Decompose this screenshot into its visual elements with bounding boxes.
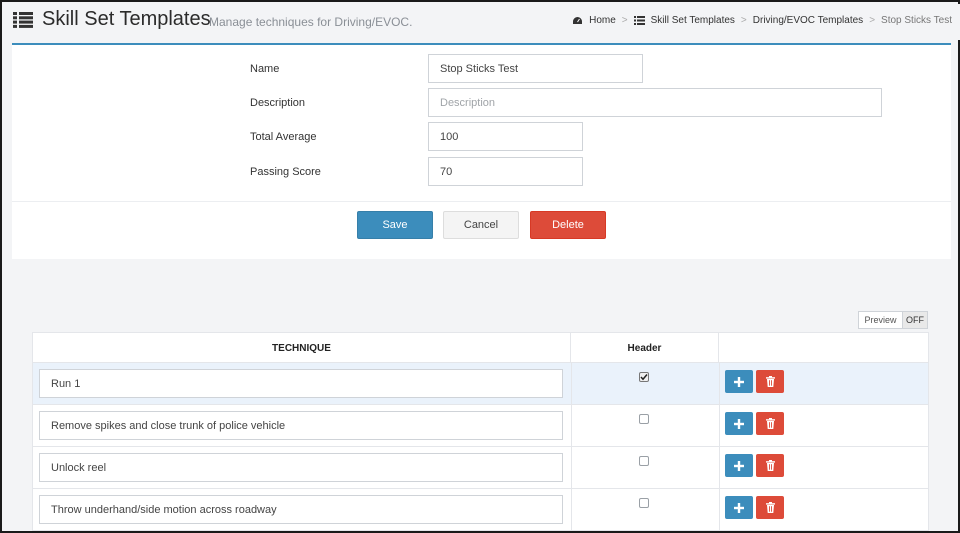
- preview-toggle[interactable]: Preview OFF: [858, 311, 928, 329]
- dashboard-icon: [573, 16, 583, 24]
- techniques-table: TECHNIQUE Header: [32, 332, 929, 531]
- delete-technique-button[interactable]: [756, 496, 784, 519]
- technique-input[interactable]: [39, 411, 563, 440]
- breadcrumb-separator: >: [740, 15, 747, 26]
- delete-button[interactable]: Delete: [530, 211, 606, 239]
- column-header-actions: [719, 333, 928, 363]
- plus-icon: [734, 460, 744, 471]
- trash-icon: [765, 502, 775, 513]
- add-technique-button[interactable]: [725, 454, 753, 477]
- breadcrumb-driving-evoc-templates[interactable]: Driving/EVOC Templates: [753, 15, 863, 26]
- table-row: [33, 447, 928, 489]
- description-label: Description: [250, 97, 306, 109]
- delete-technique-button[interactable]: [756, 454, 784, 477]
- list-icon: [13, 12, 33, 28]
- plus-icon: [734, 502, 744, 513]
- trash-icon: [765, 460, 775, 471]
- table-row: [33, 405, 928, 447]
- breadcrumb-home[interactable]: Home: [572, 15, 616, 26]
- table-row: [33, 489, 928, 530]
- passing-score-label: Passing Score: [250, 166, 321, 178]
- delete-technique-button[interactable]: [756, 370, 784, 393]
- trash-icon: [765, 418, 775, 429]
- total-average-label: Total Average: [250, 131, 317, 143]
- technique-input[interactable]: [39, 369, 563, 398]
- list-icon: [633, 16, 645, 25]
- save-button[interactable]: Save: [357, 211, 433, 239]
- add-technique-button[interactable]: [725, 412, 753, 435]
- add-technique-button[interactable]: [725, 370, 753, 393]
- add-technique-button[interactable]: [725, 496, 753, 519]
- breadcrumb-skill-set-templates[interactable]: Skill Set Templates: [633, 15, 735, 26]
- preview-toggle-label: Preview: [864, 315, 897, 325]
- breadcrumb-skill-set-templates-label: Skill Set Templates: [650, 15, 735, 26]
- form-actions: Save Cancel Delete: [12, 201, 951, 259]
- page-subtitle: Manage techniques for Driving/EVOC.: [209, 15, 413, 29]
- description-input[interactable]: [428, 88, 882, 117]
- plus-icon: [734, 418, 744, 429]
- breadcrumb-separator: >: [621, 15, 628, 26]
- breadcrumb-current: Stop Sticks Test: [881, 15, 952, 26]
- name-input[interactable]: [428, 54, 643, 83]
- header-checkbox[interactable]: [639, 498, 649, 508]
- column-header-technique: TECHNIQUE: [33, 333, 571, 363]
- breadcrumb: Home > Skill Set Templates > Driving/EVO…: [572, 15, 952, 26]
- column-header-header: Header: [571, 333, 719, 363]
- header-checkbox[interactable]: [639, 456, 649, 466]
- total-average-input[interactable]: [428, 122, 583, 151]
- breadcrumb-separator: >: [869, 15, 876, 26]
- preview-toggle-state: OFF: [902, 312, 927, 328]
- passing-score-input[interactable]: [428, 157, 583, 186]
- template-form: Name Description Total Average Passing S…: [12, 43, 951, 201]
- name-label: Name: [250, 63, 280, 75]
- table-header-row: TECHNIQUE Header: [33, 333, 928, 363]
- technique-input[interactable]: [39, 495, 563, 524]
- breadcrumb-home-label: Home: [589, 15, 616, 26]
- technique-input[interactable]: [39, 453, 563, 482]
- checkmark-icon: [640, 374, 648, 381]
- table-row: [33, 363, 928, 405]
- page-header: Skill Set Templates Manage techniques fo…: [4, 4, 960, 40]
- cancel-button[interactable]: Cancel: [443, 211, 519, 239]
- trash-icon: [765, 376, 775, 387]
- header-checkbox[interactable]: [639, 414, 649, 424]
- plus-icon: [734, 376, 744, 387]
- page-title: Skill Set Templates: [42, 8, 211, 30]
- header-checkbox[interactable]: [639, 372, 649, 382]
- delete-technique-button[interactable]: [756, 412, 784, 435]
